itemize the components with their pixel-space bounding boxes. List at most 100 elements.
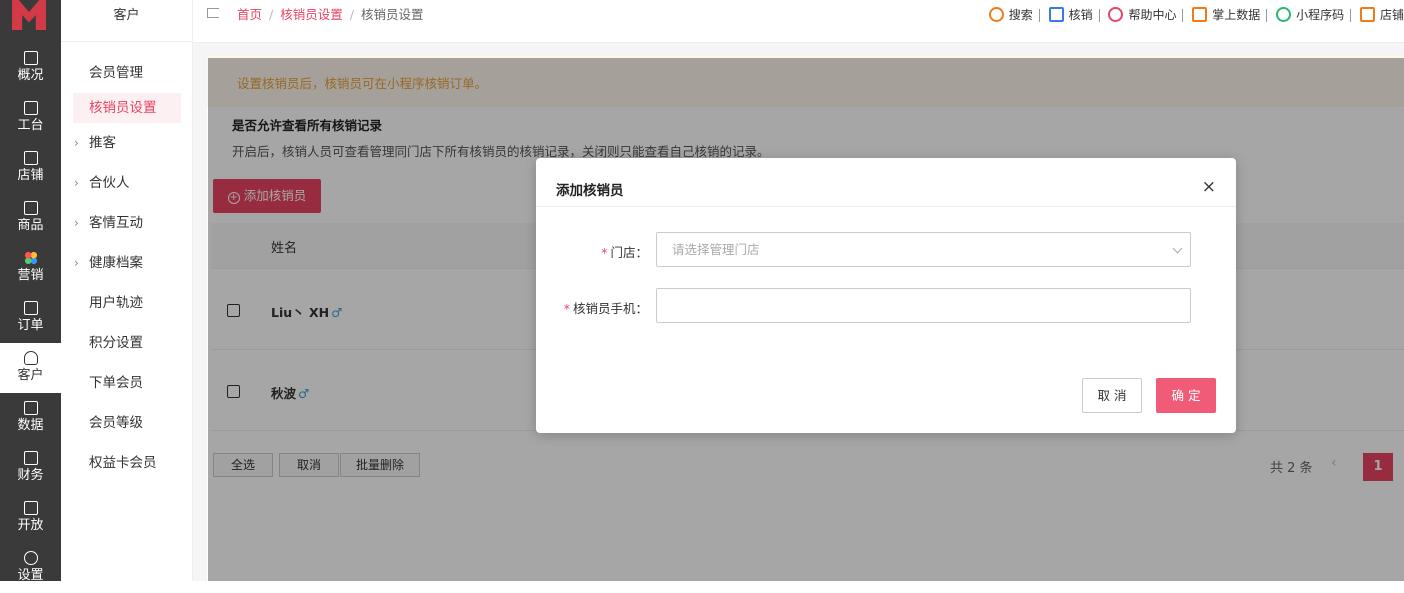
monitor-icon [23,101,38,115]
top-bar: 首页 / 核销员设置 / 核销员设置 搜索 核销 帮助中心 掌上数据 小程序码 店铺 [193,0,1404,43]
store-icon [23,151,38,165]
subnav-item-benefit-card[interactable]: 权益卡会员 [73,448,181,478]
mobile-data-action[interactable]: 掌上数据 [1190,6,1268,24]
rail-label: 客户 [17,368,44,383]
phone-label-text: 核销员手机： [572,301,648,316]
action-label: 帮助中心 [1128,8,1177,22]
subnav-label: 健康档案 [89,255,143,271]
rail-label: 商品 [17,218,44,233]
shop-action[interactable]: 店铺 [1358,6,1404,24]
chevron-right-icon: › [74,176,79,190]
shop-icon [1359,7,1375,22]
customer-icon [23,351,38,365]
collapse-menu-icon[interactable] [207,8,219,18]
add-verifier-dialog: 添加核销员 × * 门店： 请选择管理门店 * 核销员手机： 取 消 确 定 [536,158,1236,433]
close-icon[interactable]: × [1202,177,1216,197]
store-field-label: * 门店： [536,242,648,261]
store-select-placeholder: 请选择管理门店 [672,242,760,257]
breadcrumb-section[interactable]: 核销员设置 [280,7,343,22]
rail-item-orders[interactable]: 订单 [0,293,61,343]
rail-item-settings[interactable]: 设置 [0,543,61,593]
gear-icon [23,551,38,565]
rail-label: 工台 [17,118,44,133]
chevron-right-icon: › [74,256,79,270]
subnav-label: 积分设置 [89,335,143,351]
action-label: 核销 [1068,8,1093,22]
rail-item-open[interactable]: 开放 [0,493,61,543]
rail-item-marketing[interactable]: 营销 [0,243,61,293]
miniprogram-icon [1276,7,1292,22]
subnav-title: 客户 [61,0,192,42]
subnav-label: 核销员设置 [89,100,157,116]
rail-label: 店铺 [17,168,44,183]
subnav-label: 会员管理 [89,65,143,81]
rail-label: 营销 [17,268,44,283]
cancel-button[interactable]: 取 消 [1082,378,1142,413]
action-label: 小程序码 [1296,8,1345,22]
dialog-header: 添加核销员 × [536,158,1236,207]
store-label-text: 门店： [610,245,648,260]
required-mark: * [601,245,608,260]
breadcrumb-home[interactable]: 首页 [237,7,262,22]
bag-icon [23,201,38,215]
order-icon [23,301,38,315]
action-label: 掌上数据 [1212,8,1261,22]
main-nav-rail: 概况 工台 店铺 商品 营销 订单 客户 数据 财务 开放 设置 [0,0,61,583]
subnav-item-member-management[interactable]: 会员管理 [73,58,181,88]
customer-subnav: 客户 会员管理 核销员设置 › 推客 › 合伙人 › 客情互动 › 健康档案 用户轨迹 … [61,0,193,581]
subnav-label: 客情互动 [89,215,143,231]
subnav-item-promoter[interactable]: › 推客 [73,128,181,158]
help-center-action[interactable]: 帮助中心 [1106,6,1184,24]
rail-label: 概况 [17,68,44,83]
subnav-item-interaction[interactable]: › 客情互动 [73,208,181,238]
search-action[interactable]: 搜索 [987,6,1040,24]
scan-icon [1048,7,1064,22]
rail-label: 订单 [17,318,44,333]
finance-icon [23,451,38,465]
subnav-label: 用户轨迹 [89,295,143,311]
verify-action[interactable]: 核销 [1047,6,1100,24]
rail-label: 设置 [17,568,44,583]
breadcrumb-current: 核销员设置 [360,7,424,22]
top-actions: 搜索 核销 帮助中心 掌上数据 小程序码 店铺 [977,6,1404,24]
rail-item-customer[interactable]: 客户 [0,343,61,393]
verifier-phone-input[interactable] [656,288,1191,323]
rail-item-overview[interactable]: 概况 [0,43,61,93]
subnav-item-member-levels[interactable]: 会员等级 [73,408,181,438]
phone-field-label: * 核销员手机： [536,298,648,317]
marketing-icon [23,251,38,265]
chart-icon [1192,7,1208,22]
brand-logo [12,0,46,30]
subnav-item-points[interactable]: 积分设置 [73,328,181,358]
subnav-item-partner[interactable]: › 合伙人 [73,168,181,198]
rail-item-workbench[interactable]: 工台 [0,93,61,143]
overview-icon [23,51,38,65]
code-icon [23,501,38,515]
store-select[interactable]: 请选择管理门店 [656,232,1191,267]
dialog-title: 添加核销员 [556,183,624,199]
rail-label: 财务 [17,468,44,483]
rail-item-goods[interactable]: 商品 [0,193,61,243]
subnav-item-user-trace[interactable]: 用户轨迹 [73,288,181,318]
breadcrumb-separator: / [349,7,354,22]
chevron-right-icon: › [74,136,79,150]
subnav-item-verifier-settings[interactable]: 核销员设置 [73,93,181,123]
rail-item-store[interactable]: 店铺 [0,143,61,193]
subnav-label: 合伙人 [89,175,130,191]
subnav-label: 下单会员 [89,375,143,391]
subnav-item-health-records[interactable]: › 健康档案 [73,248,181,278]
action-label: 店铺 [1379,8,1404,22]
subnav-label: 权益卡会员 [89,455,157,471]
breadcrumb: 首页 / 核销员设置 / 核销员设置 [237,4,423,23]
miniprogram-code-action[interactable]: 小程序码 [1274,6,1352,24]
rail-label: 数据 [17,418,44,433]
rail-item-finance[interactable]: 财务 [0,443,61,493]
confirm-button[interactable]: 确 定 [1156,378,1216,413]
data-icon [23,401,38,415]
subnav-label: 会员等级 [89,415,143,431]
subnav-label: 推客 [89,135,116,151]
breadcrumb-separator: / [269,7,274,22]
subnav-item-order-members[interactable]: 下单会员 [73,368,181,398]
help-icon [1108,7,1124,22]
rail-item-data[interactable]: 数据 [0,393,61,443]
